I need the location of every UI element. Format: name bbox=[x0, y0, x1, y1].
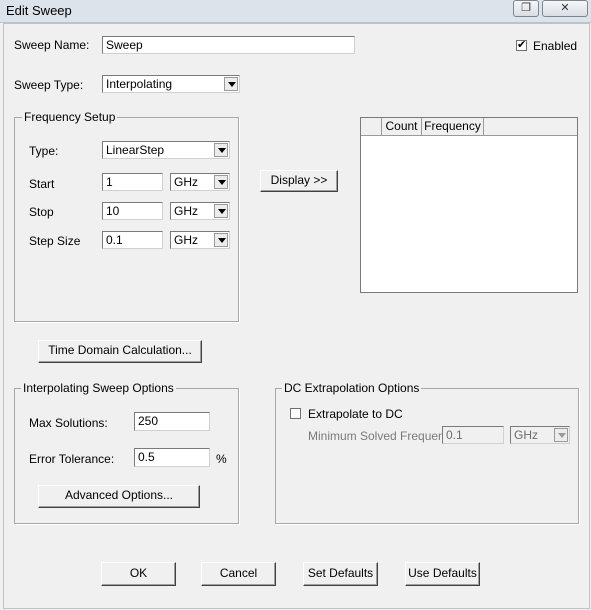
min-frequency-unit-select[interactable]: GHz bbox=[510, 426, 570, 444]
dropdown-arrow-icon[interactable] bbox=[554, 428, 568, 442]
start-input[interactable]: 1 bbox=[102, 173, 163, 191]
dropdown-arrow-icon[interactable] bbox=[214, 204, 228, 218]
sweep-type-select[interactable]: Interpolating bbox=[102, 75, 240, 93]
stop-unit-select[interactable]: GHz bbox=[170, 202, 230, 220]
close-button[interactable]: ✕ bbox=[542, 0, 588, 17]
restore-button[interactable]: ❐ bbox=[513, 0, 539, 17]
window-title: Edit Sweep bbox=[6, 3, 72, 18]
list-header-count[interactable]: Count bbox=[382, 118, 422, 136]
frequency-setup-title: Frequency Setup bbox=[22, 110, 118, 124]
freq-type-label: Type: bbox=[29, 144, 59, 158]
start-label: Start bbox=[29, 177, 55, 191]
check-mark-icon: ✔ bbox=[517, 39, 527, 51]
start-unit-value: GHz bbox=[174, 175, 198, 189]
set-defaults-button[interactable]: Set Defaults bbox=[303, 562, 378, 586]
step-size-label: Step Size bbox=[29, 234, 81, 248]
step-unit-value: GHz bbox=[174, 233, 198, 247]
ok-button[interactable]: OK bbox=[101, 562, 176, 586]
sweep-type-label: Sweep Type: bbox=[14, 78, 84, 92]
min-solved-frequency-input[interactable]: 0.1 bbox=[442, 426, 504, 444]
dropdown-arrow-icon[interactable] bbox=[214, 143, 228, 157]
error-tolerance-label: Error Tolerance: bbox=[29, 452, 115, 466]
freq-type-value: LinearStep bbox=[106, 143, 165, 157]
stop-unit-value: GHz bbox=[174, 204, 198, 218]
advanced-options-button[interactable]: Advanced Options... bbox=[38, 485, 200, 508]
restore-icon: ❐ bbox=[521, 2, 531, 14]
use-defaults-button[interactable]: Use Defaults bbox=[405, 562, 480, 586]
sweep-name-input[interactable]: Sweep bbox=[102, 36, 355, 54]
start-unit-select[interactable]: GHz bbox=[170, 173, 230, 191]
step-size-input[interactable]: 0.1 bbox=[102, 231, 163, 249]
display-button[interactable]: Display >> bbox=[260, 170, 338, 192]
frequency-list[interactable]: Count Frequency bbox=[360, 117, 578, 293]
dropdown-arrow-icon[interactable] bbox=[224, 77, 238, 91]
dropdown-arrow-icon[interactable] bbox=[214, 233, 228, 247]
list-header-blank bbox=[361, 118, 382, 136]
step-unit-select[interactable]: GHz bbox=[170, 231, 230, 249]
title-bar bbox=[0, 0, 591, 23]
error-tolerance-unit: % bbox=[216, 452, 227, 466]
sweep-name-label: Sweep Name: bbox=[14, 38, 90, 52]
min-solved-frequency-label: Minimum Solved Frequency bbox=[308, 429, 457, 443]
extrapolate-dc-checkbox[interactable] bbox=[290, 408, 301, 419]
freq-type-select[interactable]: LinearStep bbox=[102, 141, 230, 159]
interpolating-options-title: Interpolating Sweep Options bbox=[21, 381, 176, 395]
dropdown-arrow-icon[interactable] bbox=[214, 175, 228, 189]
error-tolerance-input[interactable]: 0.5 bbox=[134, 448, 210, 467]
list-header-filler bbox=[484, 118, 577, 136]
max-solutions-label: Max Solutions: bbox=[29, 416, 108, 430]
max-solutions-input[interactable]: 250 bbox=[134, 412, 210, 431]
enabled-checkbox[interactable]: ✔ bbox=[516, 39, 527, 51]
cancel-button[interactable]: Cancel bbox=[201, 562, 276, 586]
extrapolate-dc-label: Extrapolate to DC bbox=[308, 407, 403, 421]
stop-label: Stop bbox=[29, 205, 54, 219]
stop-input[interactable]: 10 bbox=[102, 202, 163, 220]
time-domain-calculation-button[interactable]: Time Domain Calculation... bbox=[38, 340, 202, 363]
sweep-type-value: Interpolating bbox=[106, 77, 173, 91]
enabled-label: Enabled bbox=[533, 39, 578, 53]
list-header-frequency[interactable]: Frequency bbox=[422, 118, 484, 136]
dc-extrapolation-title: DC Extrapolation Options bbox=[282, 381, 422, 395]
close-icon: ✕ bbox=[560, 2, 570, 14]
min-frequency-unit-value: GHz bbox=[514, 428, 538, 442]
